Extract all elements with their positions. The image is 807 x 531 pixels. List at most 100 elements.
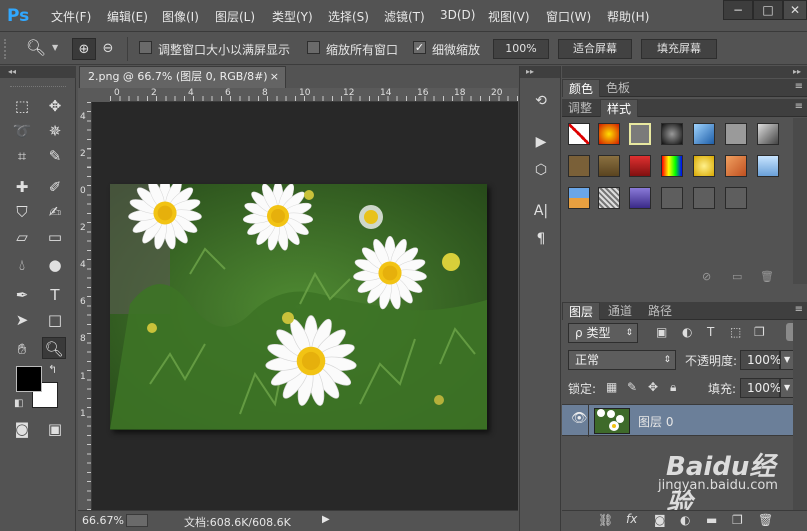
healing-brush-tool-icon[interactable]: ✚ [10,176,34,198]
filter-shape-icon[interactable]: ⬚ [730,325,741,339]
fit-screen-button[interactable]: 适合屏幕 [558,39,632,59]
filter-pixel-icon[interactable]: ▣ [656,325,667,339]
clone-stamp-tool-icon[interactable]: ⛉ [10,201,34,223]
history-brush-tool-icon[interactable]: ✍ [43,201,67,223]
fill-screen-button[interactable]: 填充屏幕 [641,39,717,59]
minimize-button[interactable]: − [723,0,753,20]
document-image[interactable] [110,184,487,430]
panel-menu-icon[interactable]: ≡ [795,101,803,112]
path-selection-tool-icon[interactable]: ➤ [10,309,34,331]
style-swatch[interactable] [598,155,620,177]
style-swatch[interactable] [757,155,779,177]
add-mask-icon[interactable]: ◙ [654,513,666,527]
menu-file[interactable]: 文件(F) [51,8,91,25]
style-swatch[interactable] [661,155,683,177]
style-swatch[interactable] [725,155,747,177]
opacity-input[interactable]: 100% [740,350,781,370]
menu-image[interactable]: 图像(I) [162,8,199,25]
style-swatch-selected[interactable] [629,123,651,145]
visibility-eye-icon[interactable]: 👁︎ [571,411,588,426]
style-swatch[interactable] [693,155,715,177]
quick-mask-icon[interactable]: ◙ [10,418,34,440]
lock-transparent-icon[interactable]: ▦ [606,380,617,394]
menu-filter[interactable]: 滤镜(T) [384,8,425,25]
layer-row[interactable]: 👁︎ 图层 0 [562,404,793,437]
eraser-tool-icon[interactable]: ▱ [10,226,34,248]
style-swatch[interactable] [629,187,651,209]
layer-kind-filter[interactable]: ρ 类型 ⇕ [568,323,638,343]
tab-color[interactable]: 颜色 [562,79,601,97]
lock-position-icon[interactable]: ✥ [648,380,658,394]
pen-tool-icon[interactable]: ✒ [10,284,34,306]
adjustment-layer-icon[interactable]: ◐ [680,513,690,527]
menu-window[interactable]: 窗口(W) [546,8,591,25]
hand-tool-icon[interactable]: ✋︎ [10,338,34,360]
style-swatch[interactable] [661,123,683,145]
character-panel-icon[interactable]: A| [529,200,553,222]
close-window-button[interactable]: ✕ [783,0,807,20]
lock-image-icon[interactable]: ✎ [627,380,637,394]
menu-view[interactable]: 视图(V) [488,8,530,25]
styles-scrollbar[interactable] [793,118,807,284]
eyedropper-tool-icon[interactable]: ✎ [43,145,67,167]
status-options-icon[interactable] [126,514,148,527]
delete-style-icon[interactable]: 🗑︎ [760,270,774,283]
dodge-tool-icon[interactable]: ● [43,254,67,276]
maximize-button[interactable]: □ [753,0,783,20]
new-layer-icon[interactable]: ❐ [732,513,743,527]
lock-all-icon[interactable]: 🔒︎ [670,380,676,395]
tab-adjustments[interactable]: 调整 [562,99,598,117]
tab-swatches[interactable]: 色板 [600,79,636,97]
style-swatch[interactable] [725,187,747,209]
document-tab[interactable]: 2.png @ 66.7% (图层 0, RGB/8#) × [79,66,286,88]
tab-paths[interactable]: 路径 [642,302,678,320]
rectangle-tool-icon[interactable]: □ [43,309,67,331]
clear-style-icon[interactable]: ⊘ [702,270,711,283]
style-swatch[interactable] [725,123,747,145]
scrubby-zoom-checkbox[interactable]: ✓ [413,41,426,54]
zoom-out-icon[interactable]: ⊖ [96,38,120,60]
blend-mode-select[interactable]: 正常 ⇕ [568,350,676,370]
marquee-tool-icon[interactable]: ⬚ [10,95,34,117]
options-grip[interactable] [4,39,10,59]
link-layers-icon[interactable]: ⛓ [598,513,613,527]
zoom-tool-icon[interactable]: 🔍︎ [42,337,66,359]
style-swatch[interactable] [693,123,715,145]
dock-collapse-icon[interactable]: ▸▸ [520,66,560,78]
menu-edit[interactable]: 编辑(E) [107,8,148,25]
style-none-swatch[interactable] [568,123,590,145]
paragraph-panel-icon[interactable]: ¶ [529,228,553,250]
layer-name[interactable]: 图层 0 [638,413,673,430]
style-swatch[interactable] [629,155,651,177]
style-swatch[interactable] [598,123,620,145]
tools-collapse-icon[interactable]: ◂◂ [0,66,76,78]
zoom-tool-preset-icon[interactable]: 🔍︎ [24,37,48,59]
menu-layer[interactable]: 图层(L) [215,8,255,25]
layer-style-icon[interactable]: fx [626,512,637,526]
style-swatch[interactable] [693,187,715,209]
tab-layers[interactable]: 图层 [562,302,601,320]
filter-smart-object-icon[interactable]: ❐ [754,325,765,339]
style-swatch[interactable] [568,155,590,177]
style-swatch[interactable] [757,123,779,145]
menu-type[interactable]: 类型(Y) [272,8,313,25]
foreground-color-swatch-front[interactable] [16,366,42,392]
style-swatch[interactable] [598,187,620,209]
panel-menu-icon[interactable]: ≡ [795,304,803,315]
lasso-tool-icon[interactable]: ➰ [10,120,34,142]
gradient-tool-icon[interactable]: ▭ [43,226,67,248]
blur-tool-icon[interactable]: 💧︎ [10,254,34,276]
move-tool-icon[interactable]: ✥ [43,95,67,117]
swap-colors-icon[interactable]: ↰ [48,363,57,376]
history-panel-icon[interactable]: ⟲ [529,90,553,112]
style-swatch[interactable] [661,187,683,209]
3d-panel-icon[interactable]: ⬡ [529,159,553,181]
panel-collapse-icon[interactable]: ▸▸ [562,66,807,78]
menu-3d[interactable]: 3D(D) [440,8,475,22]
menu-select[interactable]: 选择(S) [328,8,369,25]
crop-tool-icon[interactable]: ⌗ [10,145,34,167]
close-document-icon[interactable]: × [270,67,279,87]
filter-adjustment-icon[interactable]: ◐ [682,325,692,339]
default-colors-icon[interactable]: ◧ [14,398,23,409]
panel-menu-icon[interactable]: ≡ [795,81,803,92]
